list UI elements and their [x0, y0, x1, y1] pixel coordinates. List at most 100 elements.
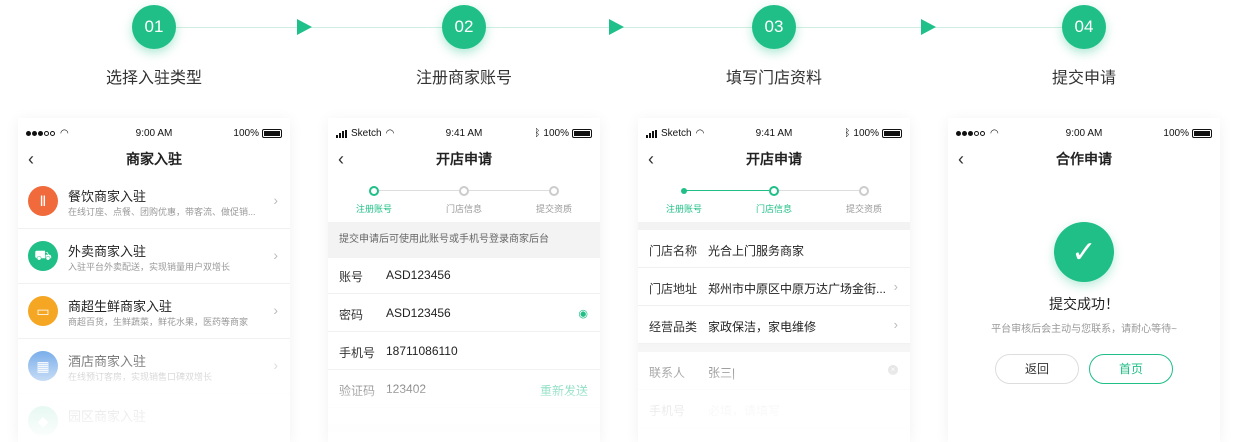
progress-label: 注册账号: [665, 204, 702, 214]
basket-icon: ▭: [28, 296, 58, 326]
contact-name-field[interactable]: 联系人 张三| ×: [638, 352, 910, 390]
chevron-right-icon: ›: [273, 247, 278, 263]
status-bar: ◠ 9:00 AM 100%: [18, 128, 290, 142]
step-circle-1: 01: [132, 5, 176, 49]
eye-icon[interactable]: ◉: [578, 307, 588, 320]
store-address-field[interactable]: 门店地址 郑州市中原区中原万达广场金街... ›: [638, 268, 910, 306]
delivery-scooter-icon: ⛟: [28, 241, 58, 271]
field-value: 光合上门服务商家: [708, 244, 805, 258]
step-circle-3: 03: [752, 5, 796, 49]
list-item-hotel[interactable]: ▦ 酒店商家入驻 在线预订客房，实现销售口碑双增长 ›: [18, 339, 290, 394]
back-arrow-icon[interactable]: ‹: [648, 148, 654, 170]
progress-node: [859, 186, 869, 196]
chevron-right-icon: ›: [273, 357, 278, 373]
nav-bar: ‹ 开店申请: [328, 148, 600, 170]
battery-icon: [1192, 129, 1212, 138]
list-item-catering[interactable]: Ⅱ 餐饮商家入驻 在线订座、点餐、团购优惠，带客流、做促销... ›: [18, 174, 290, 229]
progress-line-done: [685, 190, 769, 191]
section-gap: [328, 424, 600, 432]
progress-label: 提交资质: [535, 204, 572, 214]
battery-icon: [262, 129, 282, 138]
field-label: 联系人: [649, 366, 686, 380]
bluetooth-icon: ᛒ: [844, 128, 851, 139]
chevron-right-icon: ›: [893, 279, 898, 294]
field-label: 经营品类: [649, 320, 698, 334]
step-arrow-icon: [609, 19, 624, 35]
success-title: 提交成功！: [1049, 296, 1119, 312]
section-gap: [638, 222, 910, 230]
phone-register-account: Sketch ◠ 9:41 AM ᛒ 100% ‹ 开店申请 注册账号 门店信息 提…: [328, 118, 600, 442]
status-bar: ◠ 9:00 AM 100%: [948, 128, 1220, 142]
field-value: ASD123456: [386, 306, 451, 320]
contact-phone-field[interactable]: 手机号 必填，请填写: [638, 390, 910, 428]
home-button[interactable]: 首页: [1089, 354, 1173, 384]
phone-store-info: Sketch ◠ 9:41 AM ᛒ 100% ‹ 开店申请 注册账号 门店信息 提…: [638, 118, 910, 442]
item-subtitle: 商超百货，生鲜蔬菜，鲜花水果，医药等商家: [68, 317, 249, 327]
item-title: 商超生鲜商家入驻: [68, 299, 173, 314]
clear-icon[interactable]: ×: [888, 365, 898, 375]
field-label: 门店地址: [649, 282, 698, 296]
verification-code-field[interactable]: 验证码 123402 重新发送: [328, 370, 600, 408]
field-value: 123402: [386, 382, 427, 396]
progress-line: [469, 190, 549, 191]
battery-percent: 100%: [853, 128, 879, 139]
page-title: 开店申请: [746, 151, 802, 167]
battery-percent: 100%: [543, 128, 569, 139]
step-circle-4: 04: [1062, 5, 1106, 49]
progress-label: 提交资质: [845, 204, 882, 214]
account-field[interactable]: 账号 ASD123456: [328, 256, 600, 294]
field-label: 门店名称: [649, 244, 698, 258]
back-arrow-icon[interactable]: ‹: [338, 148, 344, 170]
field-label: 密码: [339, 308, 364, 322]
page-title: 合作申请: [1056, 151, 1112, 167]
list-item-supermarket[interactable]: ▭ 商超生鲜商家入驻 商超百货，生鲜蔬菜，鲜花水果，医药等商家 ›: [18, 284, 290, 339]
list-item-park[interactable]: ◆ 园区商家入驻: [18, 394, 290, 442]
progress-line: [779, 190, 859, 191]
step-circle-2: 02: [442, 5, 486, 49]
item-title: 外卖商家入驻: [68, 244, 147, 259]
status-bar: Sketch ◠ 9:41 AM ᛒ 100%: [638, 128, 910, 142]
battery-percent: 100%: [1163, 128, 1189, 139]
battery-percent: 100%: [233, 128, 259, 139]
store-name-field[interactable]: 门店名称 光合上门服务商家: [638, 230, 910, 268]
utensils-icon: Ⅱ: [28, 186, 58, 216]
status-bar: Sketch ◠ 9:41 AM ᛒ 100%: [328, 128, 600, 142]
phone-select-type: ◠ 9:00 AM 100% ‹ 商家入驻 Ⅱ 餐饮商家入驻 在线订座、点餐、团…: [18, 118, 290, 442]
chevron-right-icon: ›: [273, 302, 278, 318]
nav-bar: ‹ 商家入驻: [18, 148, 290, 170]
battery-icon: [882, 129, 902, 138]
field-label: 手机号: [649, 404, 686, 418]
step-label-2: 注册商家账号: [415, 70, 512, 87]
step-label-1: 选择入驻类型: [105, 70, 202, 87]
field-label: 手机号: [339, 346, 376, 360]
progress-node: [459, 186, 469, 196]
progress-label: 门店信息: [755, 204, 792, 214]
progress-steps: 注册账号 门店信息 提交资质: [638, 186, 910, 226]
list-item-takeout[interactable]: ⛟ 外卖商家入驻 入驻平台外卖配送，实现销量用户双增长 ›: [18, 229, 290, 284]
nav-bar: ‹ 开店申请: [638, 148, 910, 170]
resend-code-button[interactable]: 重新发送: [540, 382, 588, 399]
progress-steps: 注册账号 门店信息 提交资质: [328, 186, 600, 226]
field-value: ASD123456: [386, 268, 451, 282]
back-button[interactable]: 返回: [995, 354, 1079, 384]
progress-label: 门店信息: [445, 204, 482, 214]
field-label: 验证码: [339, 384, 376, 398]
field-label: 账号: [339, 270, 364, 284]
step-label-3: 填写门店资料: [725, 70, 822, 87]
progress-node: [549, 186, 559, 196]
item-title: 酒店商家入驻: [68, 354, 147, 369]
back-arrow-icon[interactable]: ‹: [958, 148, 964, 170]
field-value: 18711086110: [386, 344, 458, 358]
business-category-field[interactable]: 经营品类 家政保洁，家电维修 ›: [638, 306, 910, 344]
chevron-right-icon: ›: [893, 317, 898, 332]
password-field[interactable]: 密码 ASD123456 ◉: [328, 294, 600, 332]
nav-bar: ‹ 合作申请: [948, 148, 1220, 170]
phone-field[interactable]: 手机号 18711086110: [328, 332, 600, 370]
progress-node-done: [681, 188, 687, 194]
field-value: 张三|: [708, 366, 736, 380]
phone-submit-success: ◠ 9:00 AM 100% ‹ 合作申请 ✓ 提交成功！ 平台审核后会主动与您…: [948, 118, 1220, 442]
chevron-right-icon: ›: [273, 192, 278, 208]
back-arrow-icon[interactable]: ‹: [28, 148, 34, 170]
field-placeholder: 必填，请填写: [708, 404, 781, 418]
item-subtitle: 在线预订客房，实现销售口碑双增长: [68, 372, 213, 382]
